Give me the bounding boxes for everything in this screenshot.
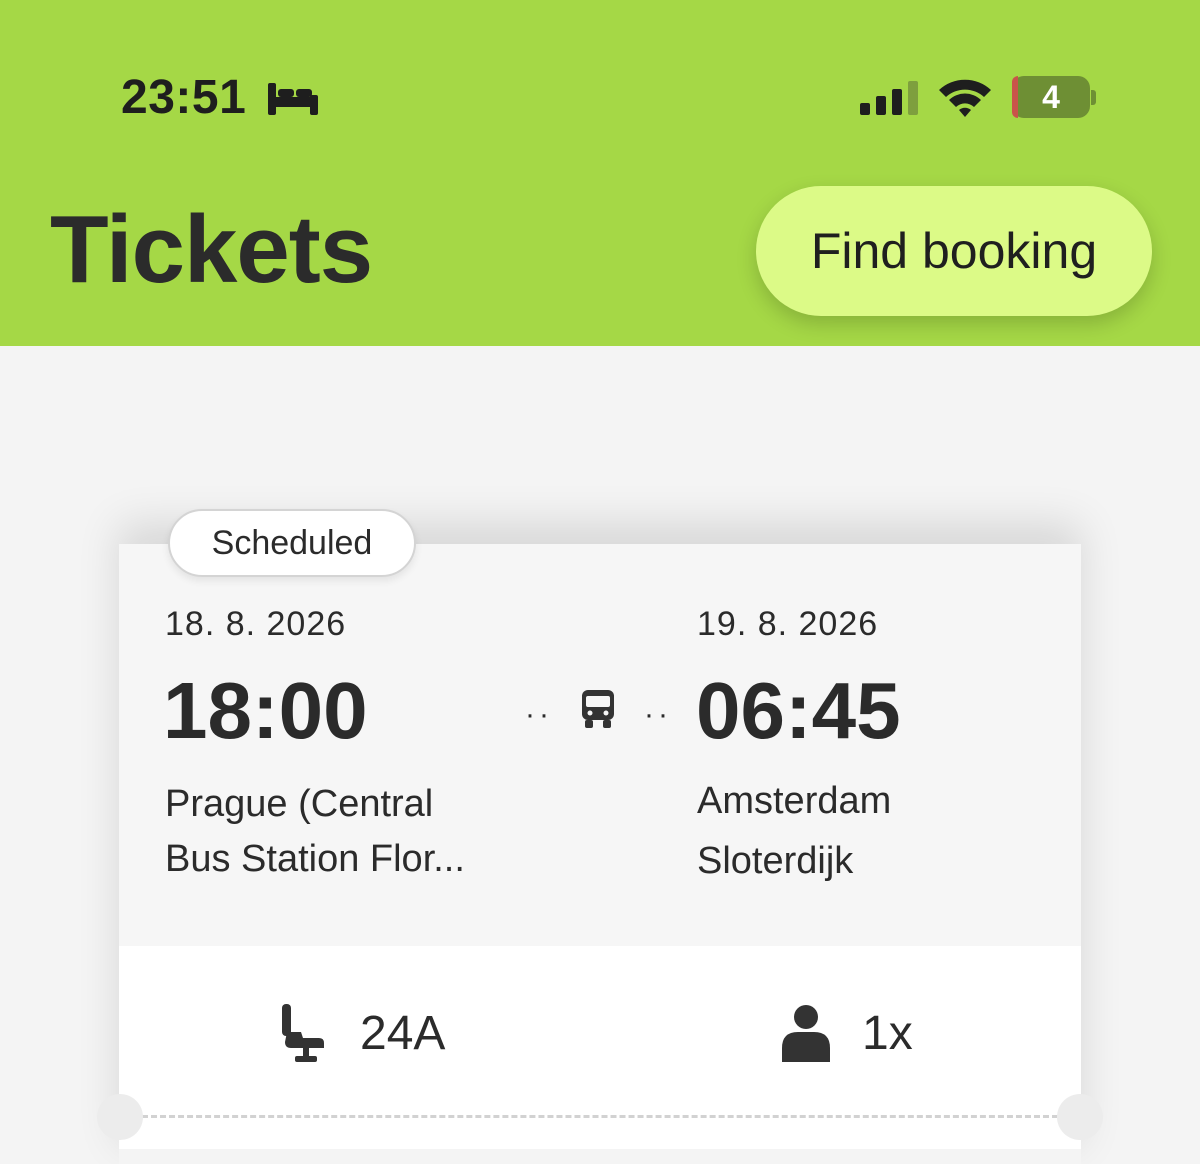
bus-icon	[582, 690, 614, 728]
arrival-place-line1: Amsterdam	[697, 780, 892, 822]
ticket-notch-right	[1057, 1094, 1103, 1140]
page-title: Tickets	[50, 196, 373, 303]
battery-level: 4	[1042, 78, 1060, 115]
departure-place-line2: Bus Station Flor...	[165, 838, 465, 880]
cellular-signal-icon	[860, 81, 918, 115]
departure-date: 18. 8. 2026	[165, 605, 347, 643]
person-icon	[782, 1005, 830, 1062]
departure-time: 18:00	[163, 666, 368, 755]
departure-place-line1: Prague (Central	[165, 783, 434, 825]
passenger-count: 1x	[862, 1007, 913, 1060]
status-badge: Scheduled	[168, 509, 416, 577]
bed-icon	[268, 83, 318, 115]
arrival-time: 06:45	[696, 666, 901, 755]
status-bar-time: 23:51	[121, 71, 247, 124]
ticket-details-section	[119, 946, 1081, 1149]
route-dots-right: ··	[644, 698, 672, 731]
ticket-perforation	[142, 1115, 1058, 1118]
seat-number: 24A	[360, 1007, 446, 1060]
app-header: 23:51 4 Tickets Find booking	[0, 0, 1200, 346]
arrival-place-line2: Sloterdijk	[697, 840, 854, 882]
arrival-date: 19. 8. 2026	[697, 605, 879, 643]
seat-icon	[282, 1004, 324, 1062]
route-dots-left: ··	[525, 698, 553, 731]
wifi-icon	[939, 79, 991, 117]
find-booking-button[interactable]: Find booking	[756, 186, 1152, 316]
ticket-notch-left	[97, 1094, 143, 1140]
